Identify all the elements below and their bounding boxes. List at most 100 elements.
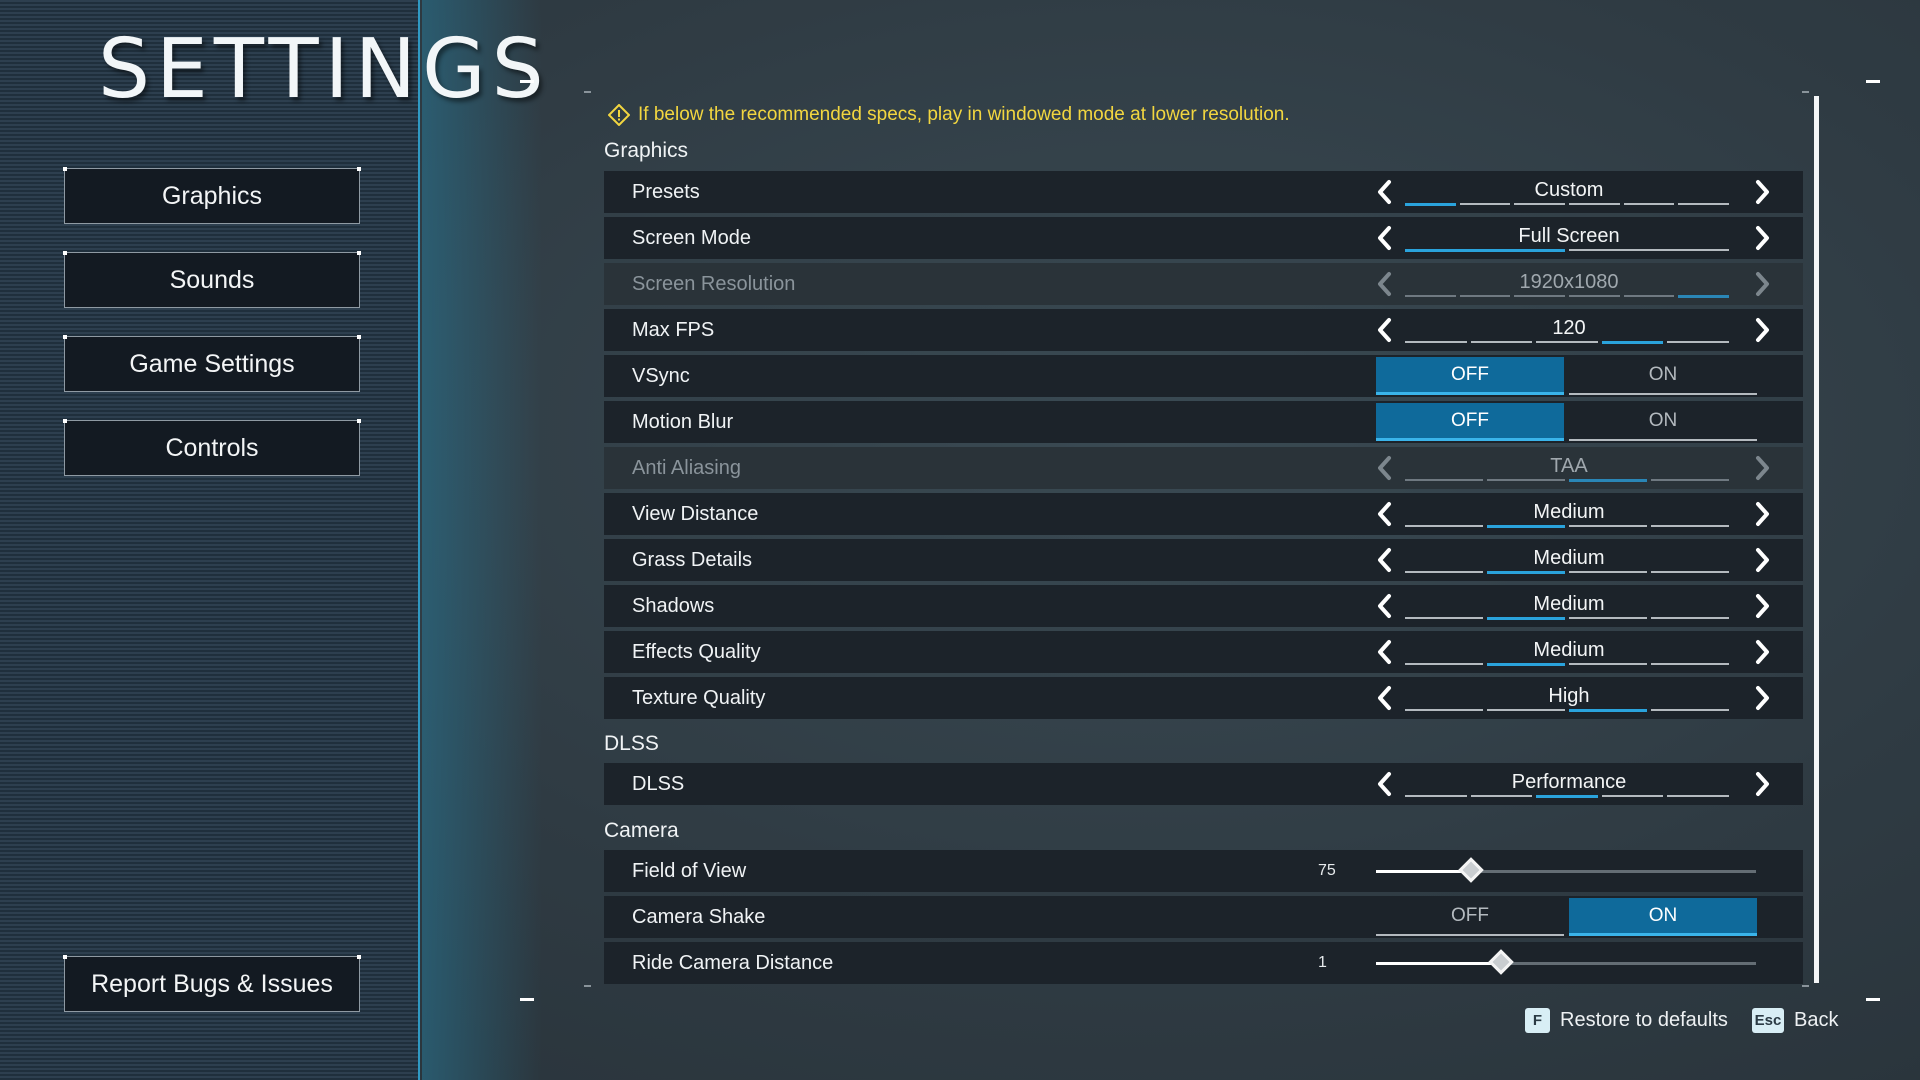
chevron-right-icon[interactable] xyxy=(1749,179,1775,205)
selector-value: Medium xyxy=(1533,593,1605,615)
toggle-off-button[interactable]: OFF xyxy=(1376,898,1564,936)
chevron-left-icon[interactable] xyxy=(1372,501,1398,527)
chevron-right-icon[interactable] xyxy=(1749,547,1775,573)
toggle-off-button[interactable]: OFF xyxy=(1376,357,1564,395)
option-segment xyxy=(1569,479,1647,482)
option-segment xyxy=(1651,617,1729,619)
slider-fill xyxy=(1376,962,1502,965)
setting-row-vsync[interactable]: VSync OFF ON xyxy=(604,355,1803,397)
chevron-left-icon[interactable] xyxy=(1372,179,1398,205)
slider-track[interactable] xyxy=(1376,857,1756,883)
setting-row-effects-quality[interactable]: Effects Quality Medium xyxy=(604,631,1803,673)
setting-label: Screen Mode xyxy=(632,226,751,249)
sidebar-item-graphics[interactable]: Graphics xyxy=(63,167,361,224)
chevron-right-icon[interactable] xyxy=(1749,639,1775,665)
toggle-on-button[interactable]: ON xyxy=(1569,898,1757,936)
chevron-right-icon[interactable] xyxy=(1749,501,1775,527)
chevron-left-icon[interactable] xyxy=(1372,771,1398,797)
option-segment xyxy=(1405,341,1467,343)
option-indicator xyxy=(1405,249,1729,252)
chevron-left-icon[interactable] xyxy=(1372,271,1398,297)
chevron-right-icon[interactable] xyxy=(1749,225,1775,251)
setting-row-ride-camera-distance[interactable]: Ride Camera Distance 1 xyxy=(604,942,1803,984)
sidebar-item-game-settings[interactable]: Game Settings xyxy=(63,335,361,392)
slider-fill xyxy=(1376,870,1471,873)
setting-row-max-fps[interactable]: Max FPS 120 xyxy=(604,309,1803,351)
sidebar-glow xyxy=(422,0,542,1080)
option-segment xyxy=(1470,795,1533,797)
option-segment xyxy=(1487,479,1565,481)
setting-label: Effects Quality xyxy=(632,640,761,663)
setting-row-anti-aliasing[interactable]: Anti Aliasing TAA xyxy=(604,447,1803,489)
sidebar xyxy=(0,0,420,1080)
sidebar-item-controls[interactable]: Controls xyxy=(63,419,361,476)
option-indicator xyxy=(1405,479,1729,482)
setting-row-screen-resolution[interactable]: Screen Resolution 1920x1080 xyxy=(604,263,1803,305)
scrollbar[interactable] xyxy=(1814,96,1819,983)
toggle-on-button[interactable]: ON xyxy=(1569,403,1757,441)
slider-value: 75 xyxy=(1318,862,1336,879)
chevron-right-icon[interactable] xyxy=(1749,771,1775,797)
chevron-right-icon[interactable] xyxy=(1749,271,1775,297)
setting-row-grass-details[interactable]: Grass Details Medium xyxy=(604,539,1803,581)
option-segment xyxy=(1601,341,1664,344)
chevron-left-icon[interactable] xyxy=(1372,547,1398,573)
chevron-left-icon[interactable] xyxy=(1372,685,1398,711)
setting-row-texture-quality[interactable]: Texture Quality High xyxy=(604,677,1803,719)
option-segment xyxy=(1536,341,1598,343)
setting-label: Anti Aliasing xyxy=(632,456,741,479)
option-segment xyxy=(1487,525,1565,528)
setting-row-motion-blur[interactable]: Motion Blur OFF ON xyxy=(604,401,1803,443)
restore-defaults-button[interactable]: F Restore to defaults xyxy=(1525,1008,1728,1033)
option-indicator xyxy=(1405,663,1729,666)
setting-row-dlss[interactable]: DLSS Performance xyxy=(604,763,1803,805)
chevron-right-icon[interactable] xyxy=(1749,455,1775,481)
section-header-camera: Camera xyxy=(604,819,679,842)
report-bugs-button[interactable]: Report Bugs & Issues xyxy=(63,955,361,1012)
back-label: Back xyxy=(1794,1009,1839,1031)
setting-label: Grass Details xyxy=(632,548,753,571)
setting-label: Max FPS xyxy=(632,318,715,341)
toggle-off-button[interactable]: OFF xyxy=(1376,403,1564,441)
slider-track[interactable] xyxy=(1376,949,1756,975)
setting-row-shadows[interactable]: Shadows Medium xyxy=(604,585,1803,627)
option-segment xyxy=(1459,203,1511,205)
slider-thumb[interactable] xyxy=(1488,949,1515,975)
toggle-on-button[interactable]: ON xyxy=(1569,357,1757,395)
option-segment xyxy=(1569,525,1647,527)
setting-row-view-distance[interactable]: View Distance Medium xyxy=(604,493,1803,535)
setting-label: Camera Shake xyxy=(632,905,766,928)
slider-thumb[interactable] xyxy=(1458,857,1484,883)
selector-value: TAA xyxy=(1550,455,1588,477)
warning-diamond-icon xyxy=(608,104,630,126)
option-segment xyxy=(1667,795,1729,797)
option-segment xyxy=(1651,663,1729,665)
setting-row-camera-shake[interactable]: Camera Shake OFF ON xyxy=(604,896,1803,938)
option-segment xyxy=(1487,709,1565,711)
chevron-left-icon[interactable] xyxy=(1372,455,1398,481)
setting-row-presets[interactable]: Presets Custom xyxy=(604,171,1803,213)
sidebar-item-sounds[interactable]: Sounds xyxy=(63,251,361,308)
chevron-left-icon[interactable] xyxy=(1372,639,1398,665)
setting-row-field-of-view[interactable]: Field of View 75 xyxy=(604,850,1803,892)
chevron-right-icon[interactable] xyxy=(1749,685,1775,711)
back-button[interactable]: Esc Back xyxy=(1752,1008,1838,1033)
setting-label: Texture Quality xyxy=(632,686,766,709)
chevron-left-icon[interactable] xyxy=(1372,317,1398,343)
setting-label: Field of View xyxy=(632,859,747,882)
warning-text: If below the recommended specs, play in … xyxy=(638,104,1290,125)
chevron-left-icon[interactable] xyxy=(1372,225,1398,251)
option-segment xyxy=(1569,663,1647,665)
option-segment xyxy=(1651,525,1729,527)
key-f-icon: F xyxy=(1525,1008,1550,1033)
chevron-right-icon[interactable] xyxy=(1749,317,1775,343)
option-indicator xyxy=(1405,571,1729,574)
frame-tick xyxy=(584,985,591,987)
selector-value: High xyxy=(1548,685,1590,707)
chevron-left-icon[interactable] xyxy=(1372,593,1398,619)
option-segment xyxy=(1405,795,1467,797)
option-segment xyxy=(1405,663,1483,665)
option-indicator xyxy=(1405,341,1729,344)
setting-row-screen-mode[interactable]: Screen Mode Full Screen xyxy=(604,217,1803,259)
chevron-right-icon[interactable] xyxy=(1749,593,1775,619)
